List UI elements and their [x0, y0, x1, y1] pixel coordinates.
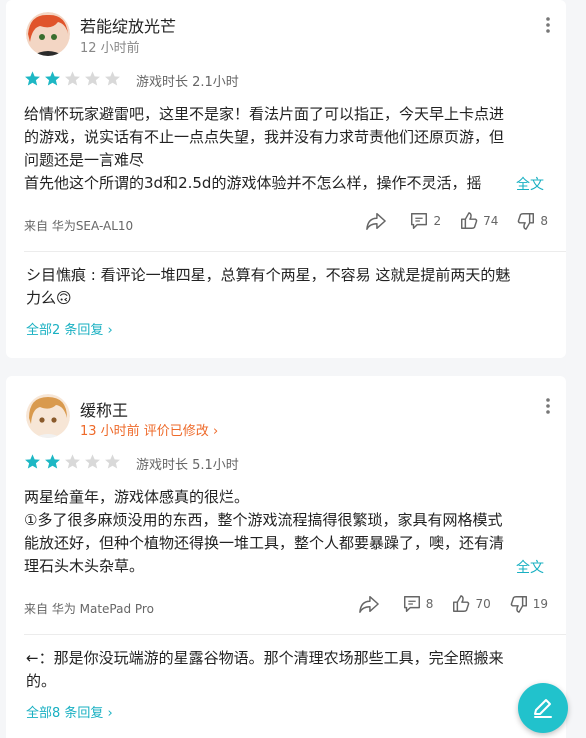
review-actions: 2 74 8: [347, 211, 548, 231]
star-icon: [45, 71, 60, 86]
write-review-button[interactable]: [518, 683, 568, 733]
post-time-edited[interactable]: 13 小时前 评价已修改 ›: [80, 420, 218, 439]
comment-button[interactable]: 2: [409, 211, 441, 231]
dislike-count: 19: [532, 597, 548, 611]
reply-line: 力么🙃: [26, 289, 72, 307]
dislike-button[interactable]: 19: [509, 594, 548, 614]
reply-preview[interactable]: シ目憔痕 : 看评论一堆四星，总算有个两星，不容易 这就是提前两天的魅 力么🙃: [26, 264, 544, 310]
divider: [24, 634, 566, 635]
edit-pen-icon: [534, 699, 552, 718]
username[interactable]: 缓称王: [80, 397, 128, 421]
share-icon: [366, 213, 387, 230]
review-actions: 8 70 19: [340, 594, 548, 614]
dislike-count: 8: [540, 214, 548, 228]
comment-icon: [411, 213, 428, 229]
comment-icon: [403, 596, 420, 612]
thumbs-down-icon: [510, 596, 527, 613]
device-info: 来自 华为 MatePad Pro: [24, 602, 154, 616]
star-icon: [65, 71, 80, 86]
fulltext-link[interactable]: 全文: [498, 557, 544, 577]
comment-count: 2: [433, 214, 442, 228]
reply-line: シ目憔痕 : 看评论一堆四星，总算有个两星，不容易 这就是提前两天的魅: [26, 266, 511, 284]
review-line: 的游戏，说实话有不止一点点失望，我并没有力求苛责他们还原页游，但: [24, 128, 505, 146]
fulltext-link[interactable]: 全文: [498, 174, 544, 194]
reply-preview[interactable]: ←：那是你没玩端游的星露谷物语。那个清理农场那些工具，完全照搬来 的。: [26, 647, 544, 693]
device-info: 来自 华为SEA-AL10: [24, 219, 134, 233]
like-count: 74: [483, 214, 499, 228]
username[interactable]: 若能绽放光芒: [80, 13, 176, 37]
star-icon: [65, 454, 80, 469]
playtime: 游戏时长 5.1小时: [136, 458, 239, 473]
star-icon: [45, 454, 60, 469]
star-icon: [25, 71, 40, 86]
star-icon: [25, 454, 40, 469]
thumbs-down-icon: [518, 213, 535, 230]
divider: [24, 251, 566, 252]
thumbs-up-icon: [453, 595, 470, 612]
review-body[interactable]: 给情怀玩家避雷吧，这里不是家！看法片面了可以指正，今天早上卡点进 的游戏，说实话…: [24, 103, 546, 195]
star-icon: [85, 454, 100, 469]
more-vertical-icon[interactable]: [544, 397, 552, 415]
post-time: 12 小时前: [80, 41, 140, 56]
like-button[interactable]: 74: [459, 211, 498, 231]
review-line: 两星给童年，游戏体感真的很烂。: [24, 488, 250, 506]
more-vertical-icon[interactable]: [544, 16, 552, 34]
avatar[interactable]: [26, 12, 70, 56]
review-line: 问题还是一言难尽: [24, 151, 145, 169]
star-icon: [85, 71, 100, 86]
star-icon: [105, 71, 120, 86]
share-button[interactable]: [365, 211, 391, 231]
like-count: 70: [475, 597, 491, 611]
comment-count: 8: [425, 597, 434, 611]
like-button[interactable]: 70: [451, 594, 491, 614]
review-card: 若能绽放光芒 12 小时前 游戏时长 2.1小时 给情怀玩家避雷吧，这里不是家！…: [6, 0, 566, 358]
review-line: 首先他这个所谓的3d和2.5d的游戏体验并不怎么样，操作不灵活，摇: [24, 174, 482, 192]
star-rating: [24, 70, 121, 87]
review-body[interactable]: 两星给童年，游戏体感真的很烂。 ①多了很多麻烦没用的东西，整个游戏流程搞得很繁琐…: [24, 486, 546, 578]
playtime: 游戏时长 2.1小时: [136, 75, 239, 90]
share-icon: [358, 596, 379, 613]
reply-line: 的。: [26, 672, 57, 690]
star-icon: [105, 454, 120, 469]
all-replies-link[interactable]: 全部8 条回复 ›: [26, 702, 113, 721]
avatar[interactable]: [26, 394, 70, 438]
all-replies-link[interactable]: 全部2 条回复 ›: [26, 319, 113, 338]
review-line: 能放还好，但种个植物还得换一堆工具，整个人都要暴躁了，噢，还有清: [24, 534, 505, 552]
review-line: 理石头木头杂草。: [24, 557, 145, 575]
review-card: 缓称王 13 小时前 评价已修改 › 游戏时长 5.1小时 两星给童年，游戏体感…: [6, 376, 566, 738]
star-rating: [24, 453, 121, 470]
dislike-button[interactable]: 8: [516, 211, 548, 231]
reply-line: ←：那是你没玩端游的星露谷物语。那个清理农场那些工具，完全照搬来: [26, 649, 504, 667]
share-button[interactable]: [358, 594, 384, 614]
thumbs-up-icon: [461, 212, 478, 229]
comment-button[interactable]: 8: [402, 594, 434, 614]
review-line: 给情怀玩家避雷吧，这里不是家！看法片面了可以指正，今天早上卡点进: [24, 105, 505, 123]
review-line: ①多了很多麻烦没用的东西，整个游戏流程搞得很繁琐，家具有网格模式: [24, 511, 503, 529]
